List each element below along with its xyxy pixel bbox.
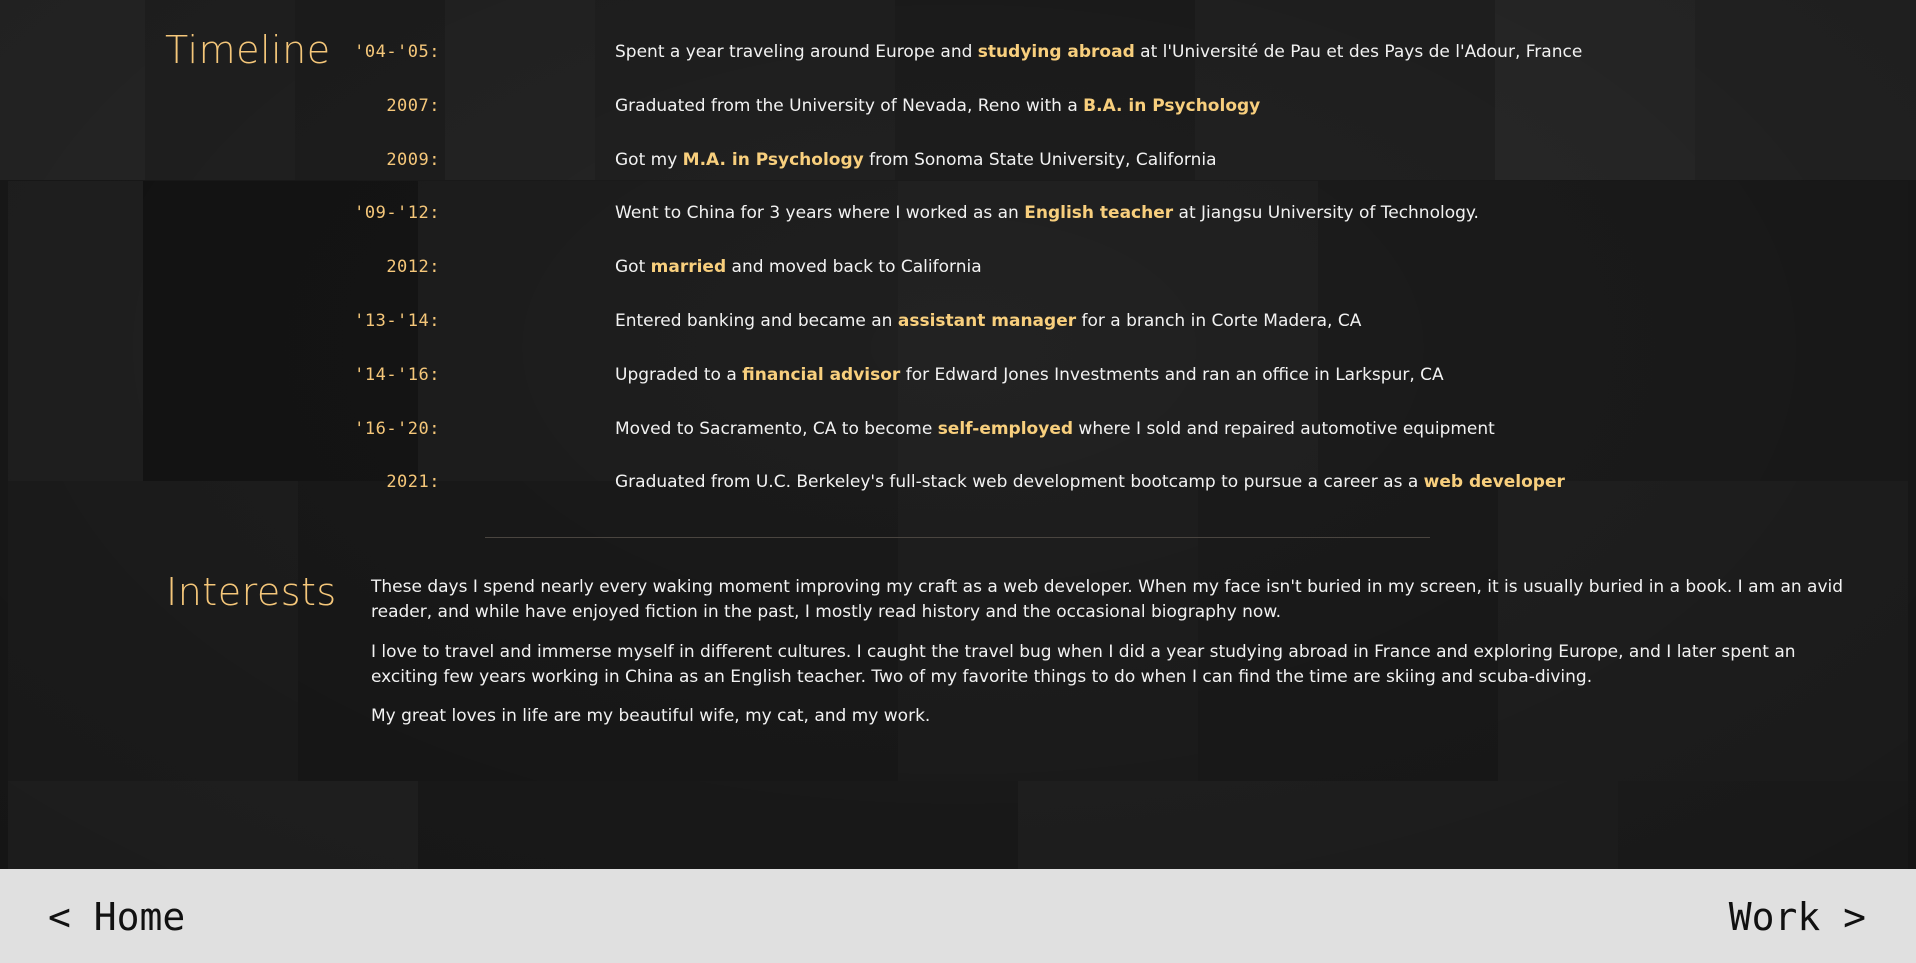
timeline-year: '04-'05: [354, 42, 440, 62]
timeline-highlight: self-employed [937, 419, 1074, 439]
timeline-text-before: Graduated from the University of Nevada,… [615, 96, 1084, 116]
timeline-heading: Timeline [165, 28, 331, 72]
footer-nav: < Home Work > [0, 869, 1916, 963]
timeline-highlight: financial advisor [742, 365, 901, 385]
interests-paragraph-2: I love to travel and immerse myself in d… [371, 642, 1796, 687]
timeline-year: 2012: [386, 257, 440, 277]
timeline-highlight: assistant manager [897, 311, 1077, 331]
timeline-entry: 2012: Got married and moved back to Calif… [380, 257, 1800, 283]
timeline-description: Moved to Sacramento, CA to become self-e… [615, 419, 1495, 439]
timeline-description: Graduated from U.C. Berkeley's full-stac… [615, 472, 1565, 492]
timeline-year: '13-'14: [354, 311, 440, 331]
timeline-text-before: Got my [615, 150, 683, 170]
timeline-year: 2007: [386, 96, 440, 116]
timeline-entry: '14-'16: Upgraded to a financial advisor … [354, 365, 1800, 391]
timeline-text-after: for a branch in Corte Madera, CA [1076, 311, 1362, 331]
timeline-entry: '13-'14: Entered banking and became an as… [354, 311, 1800, 337]
timeline-year: 2009: [386, 150, 440, 170]
timeline-description: Upgraded to a financial advisor for Edwa… [615, 365, 1444, 385]
timeline-year: '14-'16: [354, 365, 440, 385]
timeline-highlight: B.A. in Psychology [1083, 96, 1261, 116]
timeline-description: Got my M.A. in Psychology from Sonoma St… [615, 150, 1217, 170]
timeline-description: Entered banking and became an assistant … [615, 311, 1361, 331]
timeline-year: 2021: [386, 472, 440, 492]
section-divider [485, 537, 1430, 538]
work-link[interactable]: Work > [1729, 895, 1866, 939]
timeline-highlight: M.A. in Psychology [682, 150, 864, 170]
timeline-entry: '09-'12: Went to China for 3 years where … [354, 203, 1800, 229]
timeline-entry: 2021: Graduated from U.C. Berkeley's full… [380, 472, 1800, 498]
timeline-entry: '16-'20: Moved to Sacramento, CA to becom… [354, 419, 1800, 445]
timeline-text-after: for Edward Jones Investments and ran an … [900, 365, 1444, 385]
timeline-description: Spent a year traveling around Europe and… [615, 42, 1582, 62]
timeline-text-after: at l'Université de Pau et des Pays de l'… [1134, 42, 1583, 62]
timeline-entry: 2009: Got my M.A. in Psychology from Sono… [380, 150, 1800, 176]
interests-paragraph-3: My great loves in life are my beautiful … [371, 706, 931, 726]
timeline-year: '09-'12: [354, 203, 440, 223]
timeline-text-after: and moved back to California [726, 257, 982, 277]
timeline-year: '16-'20: [354, 419, 440, 439]
timeline-text-after: at Jiangsu University of Technology. [1173, 203, 1479, 223]
timeline-text-before: Moved to Sacramento, CA to become [615, 419, 938, 439]
timeline-entry: '04-'05: Spent a year traveling around Eu… [354, 42, 1800, 68]
home-link[interactable]: < Home [48, 895, 185, 939]
timeline-description: Went to China for 3 years where I worked… [615, 203, 1479, 223]
timeline-highlight: web developer [1423, 472, 1565, 492]
timeline-description: Graduated from the University of Nevada,… [615, 96, 1260, 116]
timeline-highlight: married [650, 257, 727, 277]
timeline-text-before: Upgraded to a [615, 365, 743, 385]
timeline-text-before: Entered banking and became an [615, 311, 898, 331]
timeline-text-after: from Sonoma State University, California [863, 150, 1217, 170]
timeline-text-before: Got [615, 257, 651, 277]
timeline-description: Got married and moved back to California [615, 257, 982, 277]
interests-heading: Interests [166, 570, 337, 614]
timeline-text-before: Graduated from U.C. Berkeley's full-stac… [615, 472, 1424, 492]
timeline-highlight: English teacher [1024, 203, 1174, 223]
timeline-entry: 2007: Graduated from the University of Ne… [380, 96, 1800, 122]
timeline-text-before: Went to China for 3 years where I worked… [615, 203, 1025, 223]
timeline-text-before: Spent a year traveling around Europe and [615, 42, 978, 62]
timeline-highlight: studying abroad [977, 42, 1135, 62]
interests-paragraph-1: These days I spend nearly every waking m… [371, 577, 1844, 622]
timeline-text-after: where I sold and repaired automotive equ… [1073, 419, 1495, 439]
